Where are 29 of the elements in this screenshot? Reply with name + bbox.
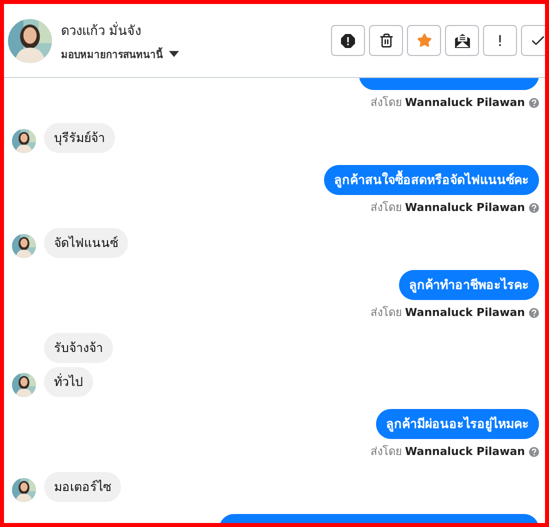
contact-name: ดวงแก้ว มั่นจัง [61,20,142,40]
delete-button[interactable] [369,25,403,56]
star-icon [416,33,432,48]
sent-by-label: ส่งโดย Wannaluck Pilawan [370,306,525,319]
envelope-icon [454,34,470,48]
message-bubble: ลูกค้าสนใจซื้อสดหรือจัดไฟแนนซ์คะ [324,165,539,195]
help-icon [529,446,539,456]
message-bubble: ทั่วไป [44,367,93,397]
help-icon [529,308,539,318]
alert-button[interactable] [331,25,365,56]
assign-dropdown[interactable]: มอบหมายการสนทนานี้ [61,46,331,62]
sent-by-label: ส่งโดย Wannaluck Pilawan [370,96,525,109]
star-button[interactable] [407,25,441,56]
sent-by-label: ส่งโดย Wannaluck Pilawan [370,201,525,214]
trash-icon [378,33,394,48]
exclamation-button[interactable]: ! [483,25,517,56]
check-button[interactable] [521,25,545,56]
message-bubble: มอเตอร์ไซ [44,472,121,502]
message-bubble: ลูกค้ามีผ่อนอะไรอยู่ไหมคะ [376,409,539,439]
message-bubble: ลูกค้าทำอาชีพอะไรคะ [399,270,539,300]
envelope-button[interactable] [445,25,479,56]
caret-icon [169,51,179,57]
message-bubble: บุรีรัมย์จ้า [44,123,115,153]
help-icon [529,202,539,212]
message-bubble: รับจ้างจ้า [44,333,113,363]
help-icon [529,98,539,108]
message-bubble: จัดไฟแนนซ์ [44,228,128,258]
alert-icon [341,34,355,48]
sent-by-label: ส่งโดย Wannaluck Pilawan [370,445,525,458]
